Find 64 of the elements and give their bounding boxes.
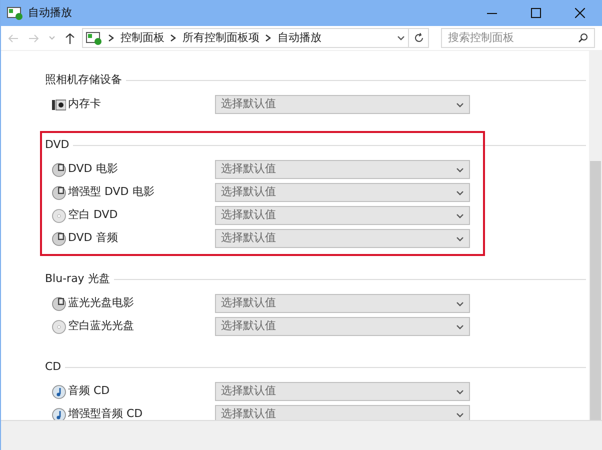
dropdown-chevron-icon: [456, 166, 464, 174]
blank-disc-icon: [52, 208, 66, 222]
default-action-dropdown[interactable]: 选择默认值: [215, 229, 470, 248]
up-arrow-icon: [64, 32, 75, 44]
dropdown-chevron-icon: [456, 234, 464, 242]
dropdown-chevron-icon: [456, 322, 464, 330]
breadcrumb[interactable]: 所有控制面板项: [182, 30, 260, 46]
caret-icon: [48, 36, 55, 40]
dropdown-chevron-icon: [456, 300, 464, 308]
media-label: 音频 CD: [68, 383, 111, 400]
media-label: 增强型音频 CD: [68, 406, 144, 420]
disc-film-icon: [52, 296, 66, 310]
section-heading: 照相机存储设备: [45, 72, 122, 88]
disc-film-icon: [52, 232, 66, 246]
dropdown-chevron-icon: [456, 388, 464, 396]
chevron-icon: [107, 34, 116, 42]
refresh-icon: [414, 33, 424, 43]
default-action-dropdown[interactable]: 选择默认值: [215, 206, 470, 225]
breadcrumb[interactable]: 控制面板: [120, 30, 164, 46]
media-label: DVD 电影: [68, 161, 119, 178]
back-arrow-icon: [8, 34, 20, 42]
close-icon: [575, 8, 585, 18]
media-label: 增强型 DVD 电影: [68, 184, 156, 200]
refresh-button[interactable]: [409, 28, 430, 48]
default-action-dropdown[interactable]: 选择默认值: [215, 294, 470, 313]
dropdown-chevron-icon: [456, 188, 464, 196]
window-title: 自动播放: [28, 4, 72, 21]
media-label: 内存卡: [68, 96, 102, 112]
disc-film-icon: [52, 162, 66, 176]
default-action-dropdown[interactable]: 选择默认值: [215, 183, 470, 202]
disc-film-icon: [52, 186, 66, 200]
section-heading: Blu-ray 光盘: [45, 270, 110, 287]
minimize-icon: [487, 12, 497, 14]
section-heading: DVD: [45, 136, 70, 153]
maximize-icon: [531, 8, 541, 18]
address-bar[interactable]: 控制面板 所有控制面板项 自动播放: [82, 28, 410, 48]
chevron-icon: [169, 34, 178, 42]
forward-arrow-icon: [28, 34, 40, 42]
media-label: 空白 DVD: [68, 207, 119, 224]
dropdown-chevron-icon: [456, 410, 464, 418]
search-icon: [578, 33, 588, 43]
default-action-dropdown[interactable]: 选择默认值: [215, 95, 470, 114]
memory-card-icon: [52, 98, 66, 110]
scrollbar-thumb[interactable]: [590, 161, 601, 420]
media-label: 空白蓝光光盘: [68, 318, 135, 334]
blank-disc-icon: [52, 320, 66, 334]
scrollbar[interactable]: [589, 51, 602, 420]
search-field[interactable]: 搜索控制面板: [441, 28, 596, 48]
media-label: DVD 音频: [68, 230, 119, 246]
default-action-dropdown[interactable]: 选择默认值: [215, 405, 470, 420]
chevron-down-icon: [397, 34, 406, 42]
autoplay-icon: [7, 6, 23, 20]
search-input[interactable]: 搜索控制面板: [448, 30, 578, 46]
default-action-dropdown[interactable]: 选择默认值: [215, 160, 470, 179]
chevron-icon: [264, 34, 272, 42]
default-action-dropdown[interactable]: 选择默认值: [215, 317, 470, 336]
control-panel-icon: [86, 32, 102, 44]
music-disc-icon: [52, 384, 66, 398]
dropdown-chevron-icon: [456, 212, 464, 220]
breadcrumb[interactable]: 自动播放: [277, 30, 322, 46]
media-label: 蓝光光盘电影: [68, 295, 135, 312]
default-action-dropdown[interactable]: 选择默认值: [215, 382, 470, 401]
dropdown-chevron-icon: [456, 100, 464, 108]
section-heading: CD: [45, 358, 62, 375]
